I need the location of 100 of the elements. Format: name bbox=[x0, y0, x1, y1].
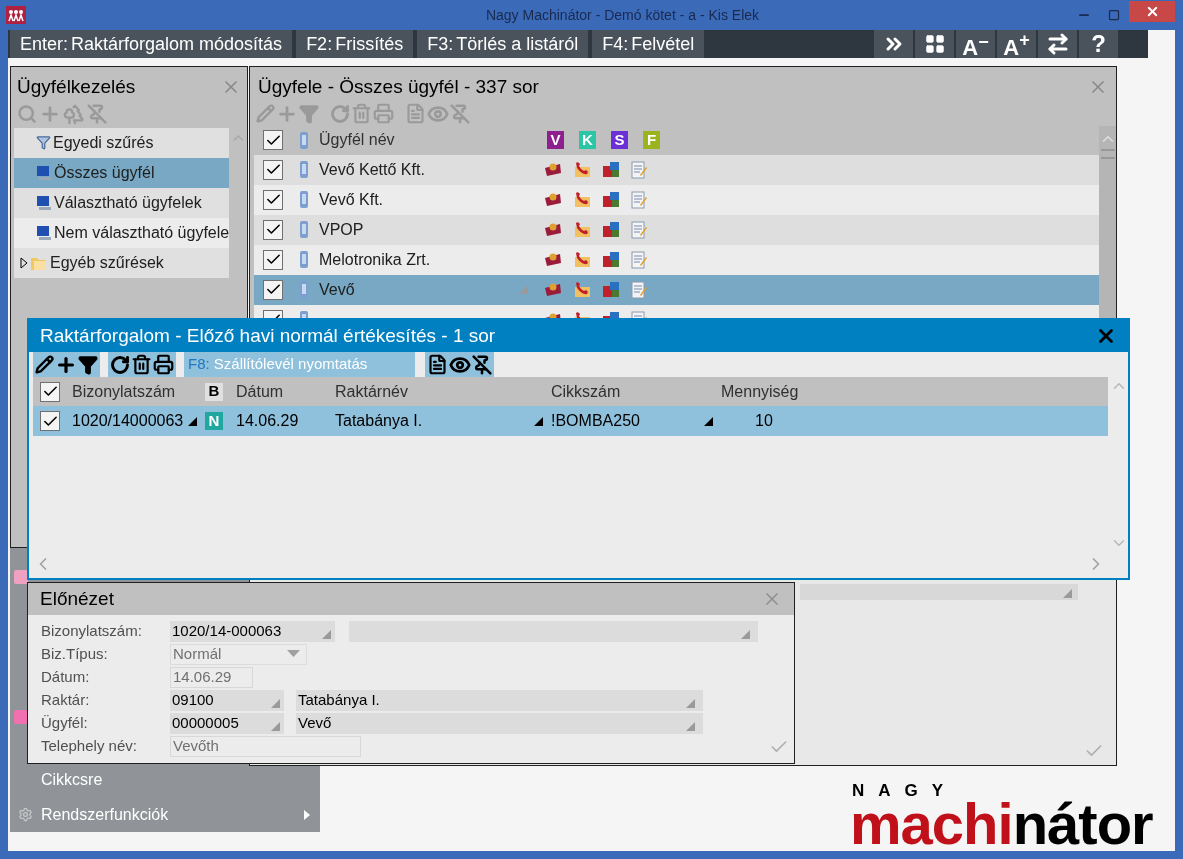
column-header[interactable]: Mennyiség bbox=[721, 379, 799, 404]
column-header[interactable]: Ügyfél név bbox=[319, 128, 539, 152]
type-badge: N bbox=[205, 412, 223, 430]
dropdown-marker-icon[interactable] bbox=[271, 698, 280, 708]
sidebar-item[interactable]: Egyéb szűrések bbox=[14, 247, 230, 278]
phone-icon[interactable] bbox=[573, 250, 591, 268]
notepad-icon[interactable] bbox=[631, 250, 647, 269]
boxes-icon[interactable] bbox=[602, 280, 620, 298]
customer-name: Vevő Kettő Kft. bbox=[319, 159, 425, 180]
font-smaller-button[interactable]: A− bbox=[956, 30, 995, 58]
input-field[interactable]: 09100 bbox=[170, 689, 284, 711]
dropdown-marker-icon[interactable] bbox=[686, 721, 695, 731]
customer-name: VPOP bbox=[319, 219, 364, 240]
notepad-icon[interactable] bbox=[631, 160, 647, 179]
sidebar-item[interactable]: Egyedi szűrés bbox=[14, 127, 230, 158]
window-title: Nagy Machinátor - Demó kötet - a - Kis Elek bbox=[484, 5, 761, 25]
print-icon bbox=[153, 354, 174, 375]
table-cell-text: 10 bbox=[755, 411, 773, 431]
dropdown-marker-icon[interactable] bbox=[519, 285, 528, 294]
command-button[interactable]: F3: Törlés a listáról bbox=[417, 30, 589, 58]
table-cell-text: 1020/14000063 bbox=[72, 411, 185, 431]
phone-icon[interactable] bbox=[573, 160, 591, 178]
column-header[interactable]: Bizonylatszám bbox=[72, 379, 176, 404]
column-header[interactable]: Dátum bbox=[236, 379, 284, 404]
dropdown-marker-icon[interactable] bbox=[686, 698, 695, 708]
dropdown-marker-icon[interactable] bbox=[704, 416, 713, 426]
checkbox[interactable] bbox=[263, 189, 283, 210]
input-field[interactable]: Tatabánya I. bbox=[296, 689, 703, 711]
menu-item-label: Rendszerfunkciók bbox=[41, 804, 170, 825]
dropdown-arrow-icon bbox=[287, 650, 300, 658]
scroll-grip[interactable] bbox=[1100, 148, 1115, 159]
boxes-icon[interactable] bbox=[602, 160, 620, 178]
dialog-title: Raktárforgalom - Előző havi normál értékesítés - 1 sor bbox=[40, 323, 496, 348]
phone-icon[interactable] bbox=[573, 280, 591, 298]
menu-item-label: Cikkcsre bbox=[41, 769, 104, 790]
help-button[interactable]: ? bbox=[1079, 30, 1118, 58]
input-field[interactable] bbox=[800, 584, 1078, 600]
unpin-icon bbox=[87, 103, 107, 124]
table-row[interactable]: 1020/14000063 N 14.06.29 Tatabánya I. !BOMBA250 10 bbox=[33, 406, 1108, 436]
column-header[interactable]: Cikkszám bbox=[551, 379, 621, 404]
refresh-icon bbox=[110, 354, 130, 375]
table-row[interactable]: Melotronika Zrt. bbox=[254, 244, 1099, 275]
sidebar-item-label: Egyéb szűrések bbox=[50, 252, 164, 273]
boxes-icon[interactable] bbox=[602, 220, 620, 238]
boxes-icon[interactable] bbox=[602, 190, 620, 208]
input-field[interactable]: 00000005 bbox=[170, 712, 284, 734]
checkbox[interactable] bbox=[263, 130, 283, 150]
command-button[interactable]: F4: Felvétel bbox=[592, 30, 705, 58]
field-label: Dátum: bbox=[41, 666, 91, 687]
sidebar-item-label: Nem választható ügyfele bbox=[54, 222, 230, 243]
dropdown-marker-icon[interactable] bbox=[534, 416, 543, 426]
notepad-icon[interactable] bbox=[631, 280, 647, 299]
dropdown-marker-icon[interactable] bbox=[271, 721, 280, 731]
layout-button[interactable] bbox=[915, 30, 954, 58]
dropdown-marker-icon[interactable] bbox=[322, 629, 331, 639]
input-field[interactable] bbox=[349, 620, 758, 642]
font-larger-button[interactable]: A+ bbox=[997, 30, 1036, 58]
checkbox[interactable] bbox=[263, 279, 283, 300]
notepad-icon[interactable] bbox=[631, 190, 647, 209]
document-icon bbox=[405, 103, 426, 124]
column-header[interactable]: Raktárnév bbox=[335, 379, 408, 404]
table-row[interactable]: Vevő Kft. bbox=[254, 184, 1099, 215]
field-label: Biz.Típus: bbox=[41, 643, 109, 664]
box-icon bbox=[14, 570, 28, 584]
checkbox[interactable] bbox=[263, 159, 283, 180]
sidebar-item[interactable]: Összes ügyfél bbox=[14, 157, 230, 188]
dropdown-marker-icon[interactable] bbox=[741, 629, 750, 639]
notepad-icon[interactable] bbox=[631, 220, 647, 239]
input-field[interactable]: Vevő bbox=[296, 712, 703, 734]
panel-title: Ügyfélkezelés bbox=[17, 75, 136, 99]
boxes-icon[interactable] bbox=[602, 250, 620, 268]
phone-icon[interactable] bbox=[573, 220, 591, 238]
dropdown-marker-icon[interactable] bbox=[1063, 589, 1072, 598]
input-field[interactable]: 1020/14-000063 bbox=[170, 620, 335, 642]
switch-button[interactable] bbox=[1038, 30, 1077, 58]
close-button[interactable] bbox=[1129, 0, 1175, 22]
checkbox[interactable] bbox=[40, 411, 60, 431]
sidebar-item-label: Összes ügyfél bbox=[54, 162, 155, 183]
phone-icon[interactable] bbox=[573, 190, 591, 208]
computer-icon bbox=[36, 194, 52, 211]
flag-column-header[interactable]: V bbox=[547, 131, 564, 149]
checkbox[interactable] bbox=[40, 381, 60, 402]
dropdown-marker-icon[interactable] bbox=[188, 416, 197, 426]
command-button[interactable]: Enter: Raktárforgalom módosítás bbox=[10, 30, 293, 58]
table-row[interactable]: Vevő bbox=[254, 274, 1099, 305]
more-button[interactable] bbox=[874, 30, 913, 58]
sidebar-item[interactable]: Választható ügyfelek bbox=[14, 187, 230, 218]
panel-title: Ügyfele - Összes ügyfél - 337 sor bbox=[258, 75, 539, 99]
table-cell-text: !BOMBA250 bbox=[551, 411, 641, 431]
command-button[interactable]: F2: Frissítés bbox=[296, 30, 414, 58]
table-row[interactable]: Vevő Kettő Kft. bbox=[254, 154, 1099, 185]
person-icon bbox=[298, 221, 310, 238]
delete-icon bbox=[351, 103, 372, 124]
sidebar-item[interactable]: Nem választható ügyfele bbox=[14, 217, 230, 248]
table-row[interactable]: VPOP bbox=[254, 214, 1099, 245]
checkbox[interactable] bbox=[263, 249, 283, 270]
checkbox[interactable] bbox=[263, 219, 283, 240]
filter-icon bbox=[36, 135, 51, 150]
flag-column-header[interactable]: S bbox=[611, 131, 628, 149]
column-header[interactable]: B bbox=[205, 382, 223, 401]
